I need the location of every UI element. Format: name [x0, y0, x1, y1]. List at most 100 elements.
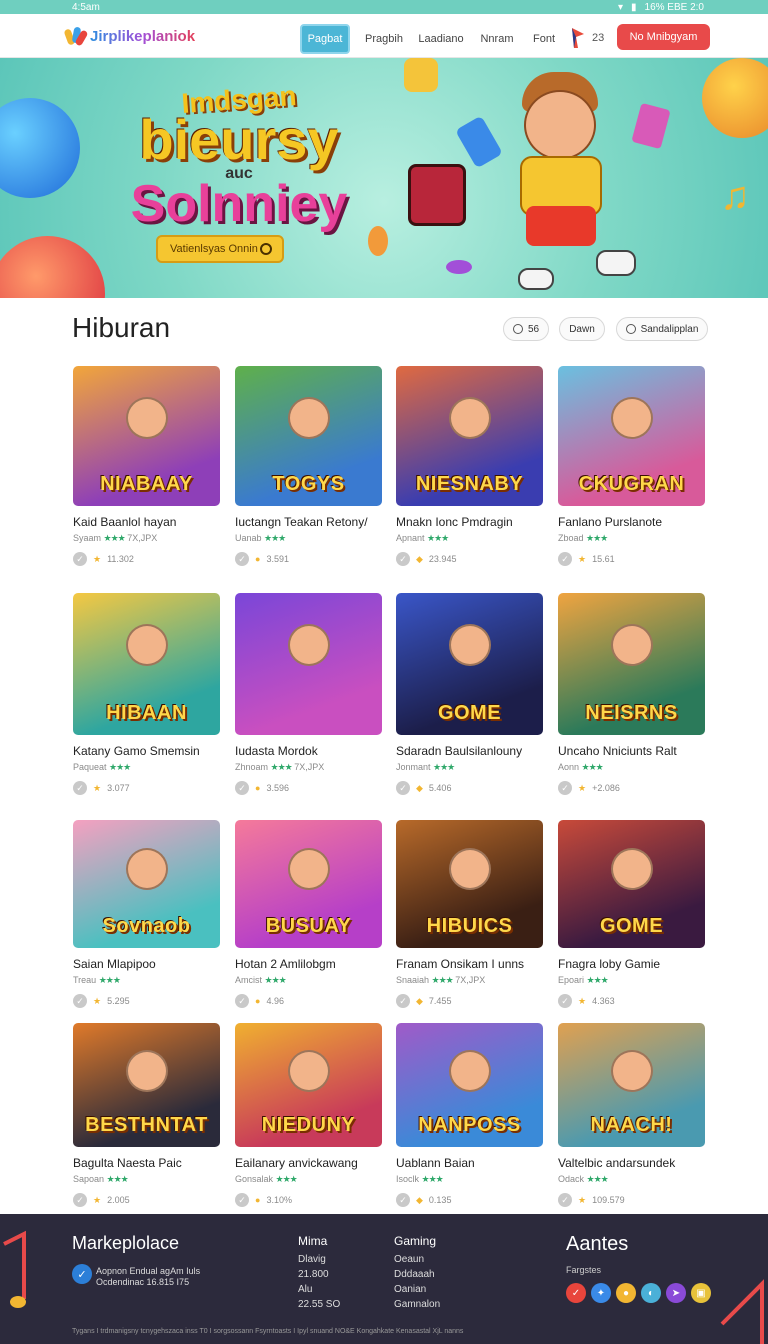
game-meta: ✓ ◆ 5.406	[396, 781, 543, 795]
notification-badge[interactable]: 23	[570, 28, 604, 48]
social-youtube-icon[interactable]: ✓	[566, 1283, 586, 1303]
social-discord-icon[interactable]: ◐	[641, 1283, 661, 1303]
section-title: Hiburan	[72, 312, 171, 343]
game-thumbnail[interactable]: BUSUAY	[235, 820, 382, 948]
game-thumbnail[interactable]: NEISRNS	[558, 593, 705, 735]
rating-stars-icon: ★★★	[581, 762, 604, 772]
game-publisher: Amcist	[235, 975, 262, 985]
game-title[interactable]: Fanlano Purslanote	[558, 515, 705, 529]
game-play-count: 2.005	[107, 1195, 130, 1205]
game-card[interactable]: NANPOSS Uablann Baian Isoclk ★★★ ✓ ◆ 0.1…	[396, 1023, 543, 1207]
game-thumbnail[interactable]: Sovnaob	[73, 820, 220, 948]
game-thumbnail[interactable]: NIESNABY	[396, 366, 543, 506]
social-gamepad-icon[interactable]: ▣	[691, 1283, 711, 1303]
game-thumbnail[interactable]: BESTHNTAT	[73, 1023, 220, 1147]
hero-button[interactable]: Vatienlsyas Onnin	[156, 235, 284, 263]
game-title[interactable]: Valtelbic andarsundek	[558, 1156, 705, 1170]
footer-link[interactable]: Alu	[298, 1284, 340, 1295]
game-card[interactable]: HIBUICS Franam Onsikam I unns Snaaiah ★★…	[396, 820, 543, 1008]
character-image	[610, 848, 653, 891]
game-card[interactable]: GOME Sdaradn Baulsilanlouny Jonmant ★★★ …	[396, 593, 543, 795]
footer-link[interactable]: Dddaaah	[394, 1269, 440, 1280]
game-card[interactable]: BESTHNTAT Bagulta Naesta Paic Sapoan ★★★…	[73, 1023, 220, 1207]
social-twitter-icon[interactable]: ✦	[591, 1283, 611, 1303]
social-telegram-icon[interactable]: ➤	[666, 1283, 686, 1303]
game-title[interactable]: Hotan 2 Amlilobgm	[235, 957, 382, 971]
tab-font[interactable]: Font	[528, 24, 560, 54]
game-card[interactable]: NAACH! Valtelbic andarsundek Odack ★★★ ✓…	[558, 1023, 705, 1207]
game-thumbnail[interactable]: NANPOSS	[396, 1023, 543, 1147]
footer-link[interactable]: Oanian	[394, 1284, 440, 1295]
footer-link[interactable]: Dlavig	[298, 1254, 340, 1265]
tab-pragbih[interactable]: Pragbih	[360, 24, 408, 54]
game-thumbnail[interactable]: CKUGRAN	[558, 366, 705, 506]
game-thumbnail[interactable]: NIEDUNY	[235, 1023, 382, 1147]
game-thumbnail[interactable]: NAACH!	[558, 1023, 705, 1147]
game-card[interactable]: NIABAAY Kaid Baanlol hayan Syaam ★★★ 7X,…	[73, 366, 220, 566]
thumbnail-title: NAACH!	[590, 1114, 673, 1136]
game-card[interactable]: GOME Fnagra loby Gamie Epoari ★★★ ✓ ★ 4.…	[558, 820, 705, 1008]
character-image	[287, 1050, 330, 1093]
game-thumbnail[interactable]: GOME	[558, 820, 705, 948]
game-thumbnail[interactable]: TOGYS	[235, 366, 382, 506]
game-thumbnail[interactable]	[235, 593, 382, 735]
game-card[interactable]: Sovnaob Saian Mlapipoo Treau ★★★ ✓ ★ 5.2…	[73, 820, 220, 1008]
game-meta: ✓ ★ 11.302	[73, 552, 220, 566]
game-card[interactable]: NIEDUNY Eailanary anvickawang Gonsalak ★…	[235, 1023, 382, 1207]
game-thumbnail[interactable]: HIBAAN	[73, 593, 220, 735]
game-meta: ✓ ● 4.96	[235, 994, 382, 1008]
filter-sandalipplan-label: Sandalipplan	[640, 323, 699, 335]
game-publisher: Epoari	[558, 975, 585, 985]
game-play-count: 3.10%	[266, 1195, 292, 1205]
thumbnail-title: NANPOSS	[418, 1114, 521, 1136]
game-title[interactable]: Eailanary anvickawang	[235, 1156, 382, 1170]
check-icon: ✓	[235, 994, 249, 1008]
game-publisher: Snaaiah	[396, 975, 430, 985]
game-title[interactable]: Mnakn Ionc Pmdragin	[396, 515, 543, 529]
status-icons: ▾ ▮ 16% EBE 2:0	[618, 2, 704, 13]
clock-icon	[625, 324, 636, 334]
game-card[interactable]: TOGYS Iuctangn Teakan Retony/ Uanab ★★★ …	[235, 366, 382, 566]
footer-link[interactable]: 21.800	[298, 1269, 340, 1280]
logo[interactable]: Jirplikeplaniok	[63, 26, 195, 47]
character-image	[287, 848, 330, 891]
tab-laadiano[interactable]: Laadiano	[418, 24, 464, 54]
game-thumbnail[interactable]: GOME	[396, 593, 543, 735]
game-play-count: 4.363	[592, 996, 615, 1006]
game-title[interactable]: Franam Onsikam I unns	[396, 957, 543, 971]
game-card[interactable]: NEISRNS Uncaho Nniciunts Ralt Aonn ★★★ ✓…	[558, 593, 705, 795]
filter-count[interactable]: 56	[503, 317, 549, 341]
check-icon: ✓	[396, 781, 410, 795]
game-card[interactable]: CKUGRAN Fanlano Purslanote Zboad ★★★ ✓ ★…	[558, 366, 705, 566]
game-title[interactable]: Fnagra loby Gamie	[558, 957, 705, 971]
filter-sandalipplan[interactable]: Sandalipplan	[616, 317, 708, 341]
thumbnail-title: GOME	[437, 702, 502, 724]
filter-dawn[interactable]: Dawn	[559, 317, 605, 341]
game-title[interactable]: Iudasta Mordok	[235, 744, 382, 758]
game-title[interactable]: Iuctangn Teakan Retony/	[235, 515, 382, 529]
game-card[interactable]: HIBAAN Katany Gamo Smemsin Paqueat ★★★ ✓…	[73, 593, 220, 795]
footer-link[interactable]: Gamnalon	[394, 1299, 440, 1310]
game-title[interactable]: Uablann Baian	[396, 1156, 543, 1170]
game-title[interactable]: Sdaradn Baulsilanlouny	[396, 744, 543, 758]
game-title[interactable]: Uncaho Nniciunts Ralt	[558, 744, 705, 758]
game-subtitle: Sapoan ★★★	[73, 1174, 220, 1185]
check-icon: ✓	[73, 781, 87, 795]
tab-pagbat[interactable]: Pagbat	[300, 24, 350, 54]
game-card[interactable]: NIESNABY Mnakn Ionc Pmdragin Apnant ★★★ …	[396, 366, 543, 566]
game-title[interactable]: Kaid Baanlol hayan	[73, 515, 220, 529]
footer-link[interactable]: Oeaun	[394, 1254, 440, 1265]
game-card[interactable]: Iudasta Mordok Zhnoam ★★★ 7X,JPX ✓ ● 3.5…	[235, 593, 382, 795]
game-title[interactable]: Saian Mlapipoo	[73, 957, 220, 971]
thumbnail-title: GOME	[599, 915, 664, 937]
game-title[interactable]: Bagulta Naesta Paic	[73, 1156, 220, 1170]
game-thumbnail[interactable]: HIBUICS	[396, 820, 543, 948]
game-thumbnail[interactable]: NIABAAY	[73, 366, 220, 506]
tab-nnram[interactable]: Nnram	[474, 24, 520, 54]
meta-icon: ◆	[416, 782, 423, 793]
social-chrome-icon[interactable]: ●	[616, 1283, 636, 1303]
game-card[interactable]: BUSUAY Hotan 2 Amlilobgm Amcist ★★★ ✓ ● …	[235, 820, 382, 1008]
game-title[interactable]: Katany Gamo Smemsin	[73, 744, 220, 758]
footer-link[interactable]: 22.55 SO	[298, 1299, 340, 1310]
cta-button[interactable]: No Mnibgyam	[617, 24, 710, 50]
